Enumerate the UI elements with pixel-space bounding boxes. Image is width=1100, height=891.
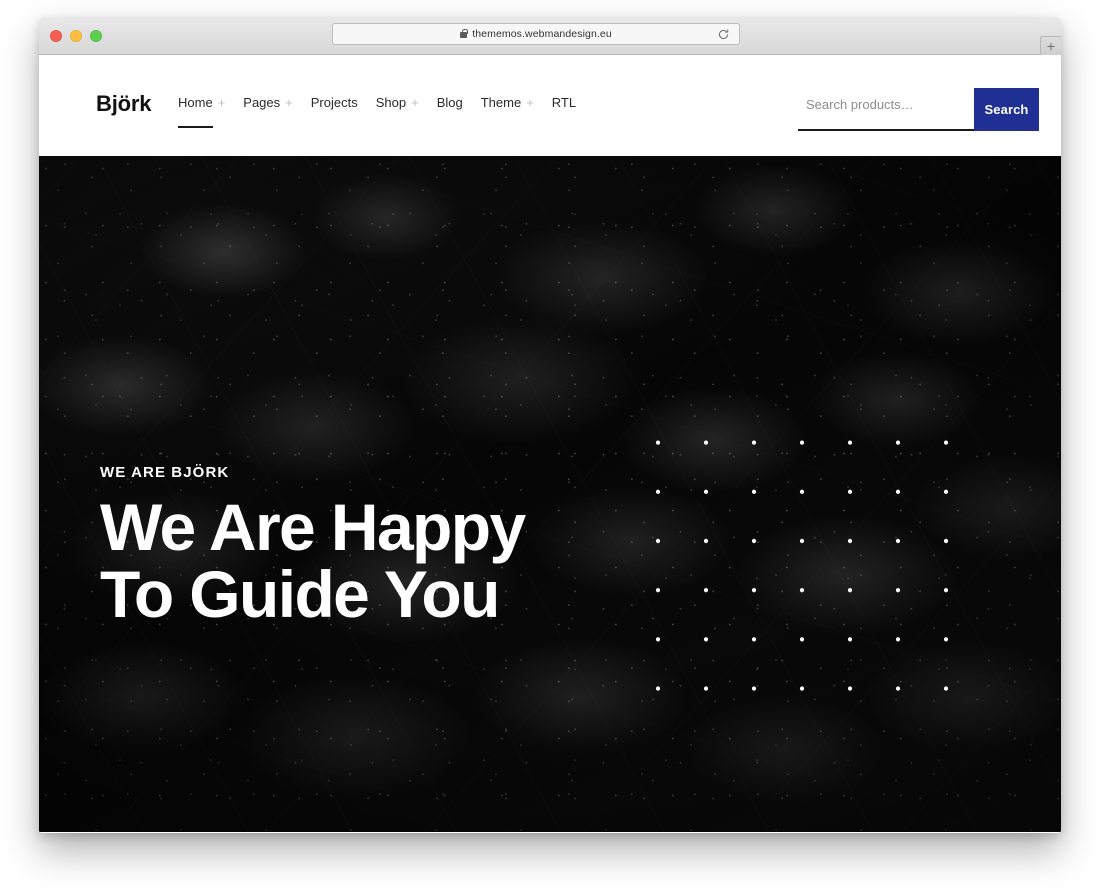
address-bar-url: thememos.webmandesign.eu — [472, 28, 612, 40]
nav-item-shop[interactable]: Shop + — [367, 95, 428, 110]
browser-titlebar: thememos.webmandesign.eu + — [39, 17, 1061, 55]
site-logo[interactable]: Björk — [96, 91, 151, 117]
nav-item-blog[interactable]: Blog — [428, 95, 472, 110]
hero-title: We Are Happy To Guide You — [100, 490, 526, 631]
nav-item-home[interactable]: Home + — [169, 95, 234, 128]
address-bar[interactable]: thememos.webmandesign.eu — [332, 23, 740, 45]
plus-icon: + — [285, 95, 293, 110]
minimize-window-button[interactable] — [70, 30, 82, 42]
plus-icon: + — [411, 95, 419, 110]
nav-item-label: Home — [178, 95, 213, 110]
product-search-form: Search — [798, 88, 1039, 131]
lock-icon — [460, 28, 468, 38]
reload-icon[interactable] — [717, 28, 730, 41]
new-tab-label: + — [1046, 38, 1056, 54]
nav-item-projects[interactable]: Projects — [302, 95, 367, 110]
address-bar-content: thememos.webmandesign.eu — [460, 28, 612, 40]
nav-item-theme[interactable]: Theme + — [472, 95, 543, 110]
nav-item-label: Shop — [375, 95, 407, 110]
hero-section: WE ARE BJÖRK We Are Happy To Guide You — [39, 156, 1061, 832]
close-window-button[interactable] — [50, 30, 62, 42]
dot-grid-decoration — [634, 418, 978, 714]
hero-title-line-2: To Guide You — [100, 557, 500, 631]
plus-icon: + — [217, 95, 226, 110]
hero-title-line-1: We Are Happy — [100, 490, 526, 564]
nav-item-label: Blog — [436, 95, 463, 110]
hero-content: WE ARE BJÖRK We Are Happy To Guide You — [100, 464, 526, 631]
nav-item-label: Pages — [243, 95, 281, 110]
search-input[interactable] — [798, 88, 974, 131]
nav-item-pages[interactable]: Pages + — [234, 95, 301, 110]
site-header: Björk Home + Pages + Projects Shop + Blo… — [39, 55, 1061, 156]
maximize-window-button[interactable] — [90, 30, 102, 42]
hero-eyebrow: WE ARE BJÖRK — [100, 464, 230, 481]
nav-item-label: Theme — [480, 95, 522, 110]
new-tab-button[interactable]: + — [1040, 36, 1061, 55]
nav-item-label: Projects — [310, 95, 358, 110]
nav-item-rtl[interactable]: RTL — [543, 95, 585, 110]
plus-icon: + — [526, 95, 534, 110]
browser-window: thememos.webmandesign.eu + Björk Home + … — [39, 17, 1061, 833]
search-button[interactable]: Search — [974, 88, 1039, 131]
main-navigation: Home + Pages + Projects Shop + Blog Them… — [169, 95, 585, 128]
nav-item-label: RTL — [551, 95, 577, 110]
traffic-lights — [50, 30, 102, 42]
